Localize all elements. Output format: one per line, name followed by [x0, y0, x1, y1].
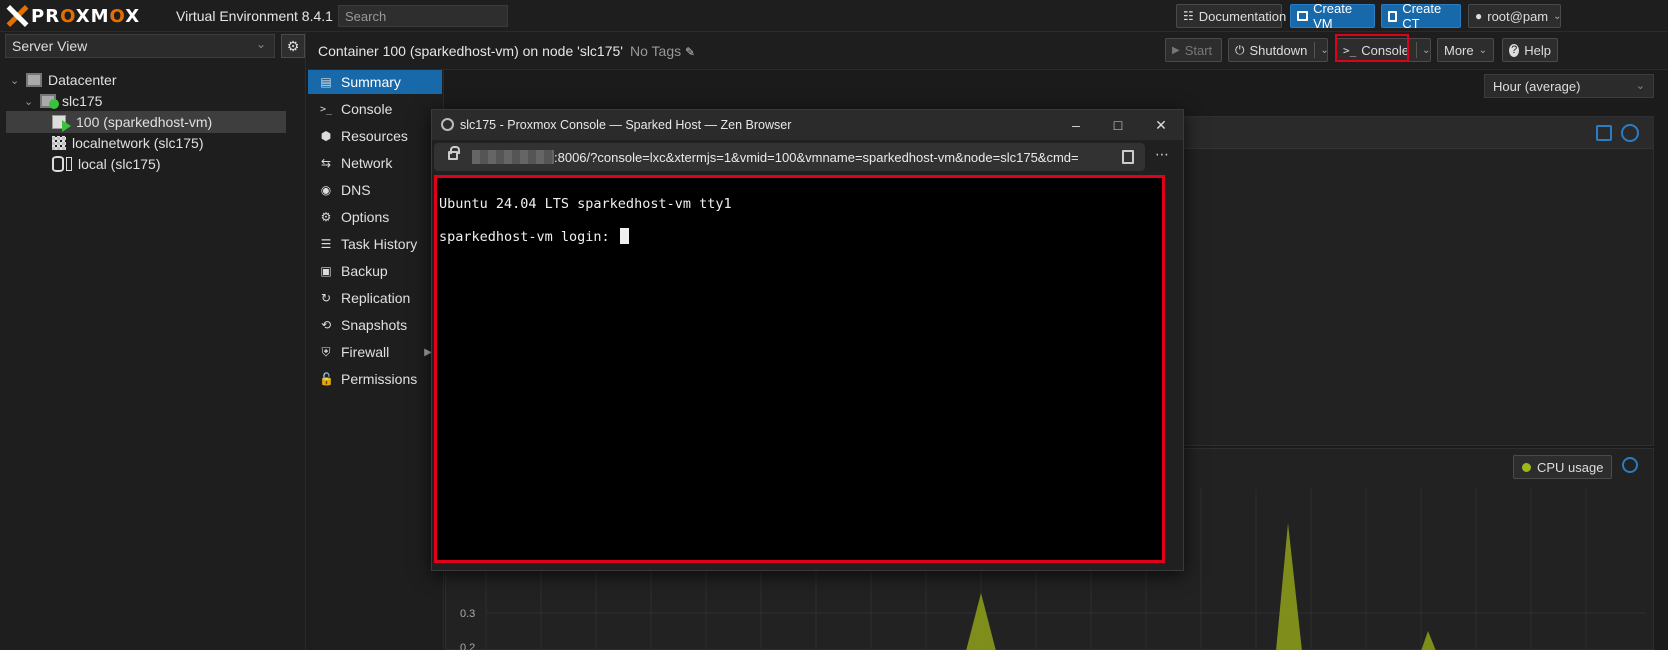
- browser-favicon-icon: [441, 118, 454, 131]
- shutdown-button[interactable]: ⏻ Shutdown ⌄: [1228, 38, 1329, 62]
- nav-snapshots[interactable]: ⟲ Snapshots: [308, 313, 442, 337]
- globe-icon: ◉: [320, 183, 332, 197]
- container-running-icon: [52, 115, 71, 132]
- nav-task-history[interactable]: ☰ Task History: [308, 232, 442, 256]
- nav-replication[interactable]: ↻ Replication: [308, 286, 442, 310]
- database-icon: [52, 156, 64, 172]
- user-menu-button[interactable]: ● root@pam ⌄: [1468, 4, 1562, 28]
- chevron-down-icon[interactable]: ⌄: [10, 74, 20, 87]
- gear-icon: ⚙: [320, 210, 332, 224]
- search-input[interactable]: Search: [338, 5, 508, 27]
- proxmox-logo[interactable]: PROXMOX: [6, 4, 140, 28]
- power-icon: ⏻: [1235, 42, 1245, 57]
- view-select[interactable]: Server View ⌄: [5, 34, 275, 58]
- chevron-down-icon[interactable]: ⌄: [1422, 45, 1430, 56]
- nav-console[interactable]: >_ Console: [308, 97, 442, 121]
- top-bar: PROXMOX Virtual Environment 8.4.1 Search…: [0, 0, 1668, 32]
- reader-view-icon[interactable]: [1122, 150, 1134, 164]
- play-icon: ▶: [1172, 44, 1180, 56]
- terminal-banner: Ubuntu 24.04 LTS sparkedhost-vm tty1: [439, 196, 732, 212]
- nav-resources[interactable]: ⬢ Resources: [308, 124, 442, 148]
- nav-dns[interactable]: ◉ DNS: [308, 178, 442, 202]
- history-icon: ⟲: [320, 318, 332, 332]
- sdn-grid-icon: [52, 136, 66, 150]
- tree-item-node[interactable]: ⌄ slc175: [24, 90, 300, 112]
- minimize-icon[interactable]: –: [1066, 115, 1086, 135]
- y-tick-label: 0.3: [460, 608, 475, 620]
- nav-summary[interactable]: ▤ Summary: [308, 70, 442, 94]
- terminal-screen[interactable]: Ubuntu 24.04 LTS sparkedhost-vm tty1 spa…: [434, 175, 1165, 563]
- unlock-icon: 🔓: [319, 372, 334, 386]
- terminal-login-prompt: sparkedhost-vm login:: [439, 228, 629, 245]
- collapse-icon[interactable]: [1622, 457, 1638, 473]
- resource-tree-panel: Server View ⌄ ⚙ ⌄ Datacenter ⌄ slc175 10…: [0, 32, 306, 650]
- tree-item-datacenter[interactable]: ⌄ Datacenter: [10, 69, 300, 91]
- nav-backup[interactable]: ▣ Backup: [308, 259, 442, 283]
- maximize-icon[interactable]: □: [1108, 115, 1128, 135]
- pencil-icon[interactable]: ✎: [685, 45, 695, 59]
- user-icon: ●: [1475, 9, 1483, 23]
- start-button[interactable]: ▶ Start: [1165, 38, 1222, 62]
- address-bar[interactable]: :8006/?console=lxc&xtermjs=1&vmid=100&vm…: [434, 143, 1145, 171]
- chevron-down-icon[interactable]: ⌄: [1320, 45, 1328, 56]
- list-icon: ☰: [320, 237, 332, 251]
- nav-network[interactable]: ⇆ Network: [308, 151, 442, 175]
- terminal-cursor: [619, 228, 629, 244]
- tree-item-storage[interactable]: local (slc175): [52, 153, 292, 175]
- gear-icon: ⚙: [286, 37, 300, 54]
- cube-icon: ⬢: [320, 129, 332, 143]
- question-circle-icon: ?: [1509, 43, 1520, 57]
- tree-item-localnetwork[interactable]: localnetwork (slc175): [52, 132, 292, 154]
- nav-firewall[interactable]: ⛨ Firewall ▶: [308, 340, 442, 364]
- collapse-icon[interactable]: [1621, 124, 1639, 142]
- legend-dot-icon: [1522, 462, 1531, 472]
- close-icon[interactable]: ✕: [1151, 115, 1171, 135]
- documentation-button[interactable]: ☷ Documentation: [1176, 4, 1286, 28]
- timeframe-select[interactable]: Hour (average) ⌄: [1484, 74, 1654, 98]
- network-icon: ⇆: [320, 156, 332, 170]
- gear-button[interactable]: ⚙: [281, 34, 305, 58]
- lock-icon[interactable]: [448, 146, 460, 160]
- tree-item-container[interactable]: 100 (sparkedhost-vm): [6, 111, 286, 133]
- window-titlebar[interactable]: slc175 - Proxmox Console — Sparked Host …: [432, 110, 1183, 140]
- logo-wordmark: PROXMOX: [31, 5, 141, 27]
- shield-icon: ⛨: [321, 344, 331, 359]
- datacenter-icon: [26, 73, 42, 87]
- edit-icon[interactable]: [1596, 125, 1612, 141]
- redacted-host: [472, 150, 554, 164]
- book-icon: ☷: [1183, 9, 1194, 23]
- storage-disk-icon: [66, 157, 72, 171]
- nav-options[interactable]: ⚙ Options: [308, 205, 442, 229]
- version-label: Virtual Environment 8.4.1: [176, 8, 333, 24]
- floppy-icon: ▣: [320, 264, 332, 278]
- more-menu-icon[interactable]: ⋯: [1155, 146, 1170, 163]
- console-button-highlight: [1335, 34, 1409, 62]
- tags-editor[interactable]: No Tags ✎: [630, 43, 695, 59]
- chevron-down-icon[interactable]: ⌄: [24, 95, 34, 108]
- container-nav-menu: ▤ Summary >_ Console ⬢ Resources ⇆ Network ◉…: [307, 70, 444, 650]
- cpu-legend-toggle[interactable]: CPU usage: [1513, 455, 1613, 479]
- create-vm-button[interactable]: Create VM: [1290, 1, 1375, 31]
- nav-permissions[interactable]: 🔓 Permissions: [308, 367, 442, 391]
- summary-icon: ▤: [320, 75, 332, 89]
- proxmox-x-icon: [6, 5, 28, 27]
- chevron-down-icon: ⌄: [255, 37, 266, 51]
- node-online-icon: [40, 94, 59, 109]
- retweet-icon: ↻: [320, 291, 332, 305]
- chevron-down-icon: ⌄: [1553, 10, 1562, 22]
- container-header: Container 100 (sparkedhost-vm) on node '…: [307, 32, 1668, 70]
- terminal-icon: >_: [319, 103, 333, 115]
- more-button[interactable]: More ⌄: [1437, 38, 1494, 62]
- cube-icon: [1388, 10, 1398, 22]
- create-ct-button[interactable]: Create CT: [1381, 1, 1461, 31]
- page-title: Container 100 (sparkedhost-vm) on node '…: [318, 43, 623, 59]
- y-tick-label-bottom: 0.2: [460, 642, 475, 650]
- chevron-down-icon: ⌄: [1635, 80, 1645, 92]
- desktop-icon: [1297, 11, 1309, 21]
- chevron-down-icon: ⌄: [1478, 44, 1488, 56]
- help-button[interactable]: ? Help: [1502, 38, 1558, 62]
- console-browser-window[interactable]: slc175 - Proxmox Console — Sparked Host …: [431, 109, 1184, 571]
